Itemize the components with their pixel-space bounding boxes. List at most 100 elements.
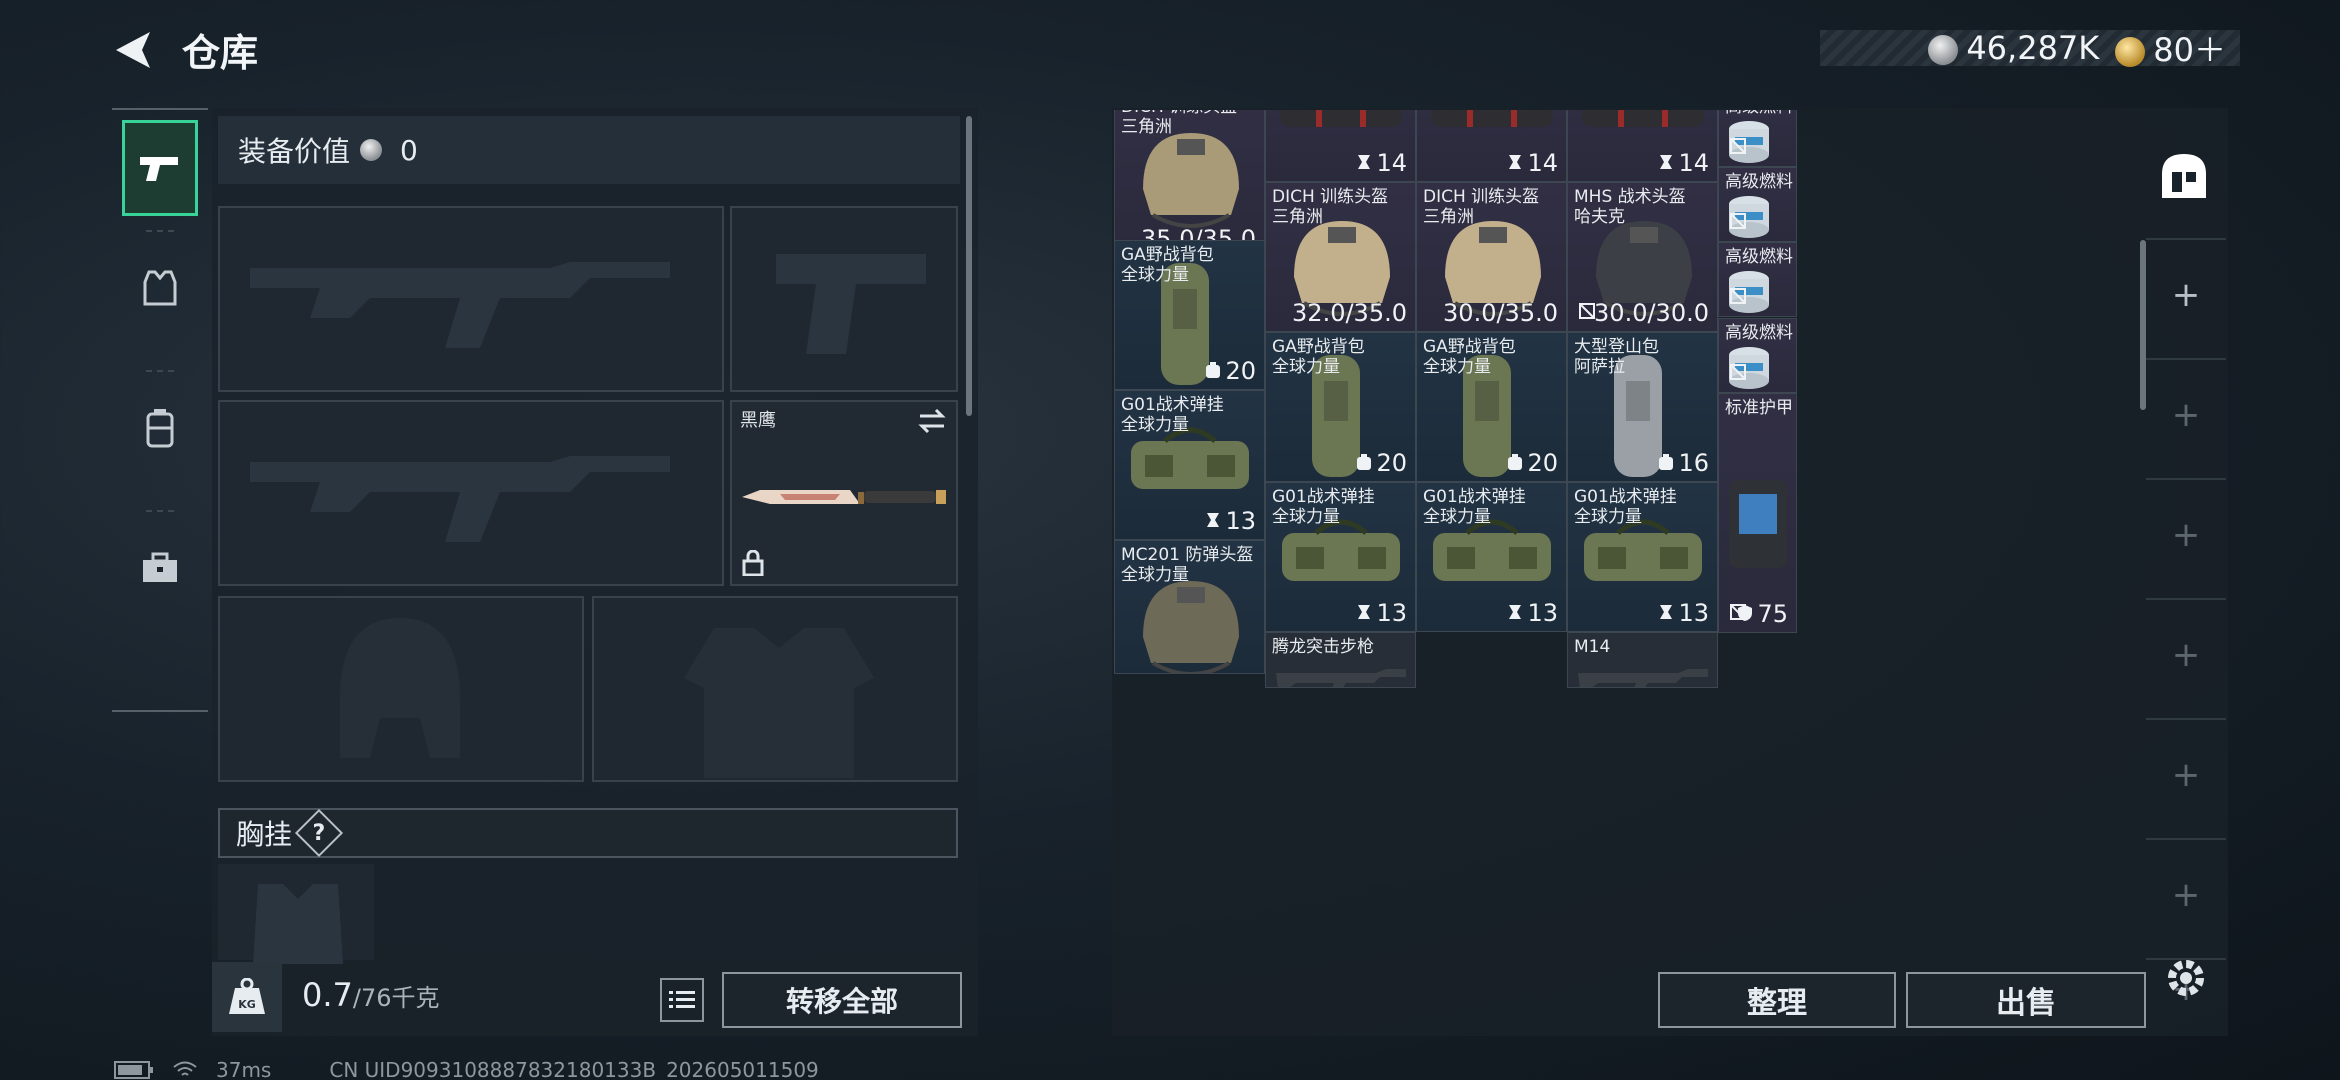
no-transfer-icon — [1578, 301, 1596, 325]
storage-item[interactable]: G01战术弹挂 全球力量 13 — [1416, 482, 1567, 632]
gold-currency[interactable]: 80＋ — [2115, 25, 2226, 71]
tab-backpack[interactable] — [122, 380, 198, 476]
secondary-weapon-slot[interactable] — [730, 206, 958, 392]
storage-item[interactable]: 高级燃料 — [1718, 318, 1797, 393]
storage-item[interactable]: 高级燃料 — [1718, 167, 1797, 242]
bag-item-icon — [1578, 110, 1708, 137]
storage-page-add-button[interactable]: + — [2146, 358, 2226, 470]
storage-item[interactable]: 高级燃料 — [1718, 110, 1797, 167]
storage-page-column: + + + + + + + — [2146, 118, 2226, 1009]
duffel-item-icon — [1578, 517, 1708, 591]
item-stat: 20 — [1507, 449, 1558, 477]
item-name: 腾龙突击步枪 — [1272, 637, 1374, 657]
rifle-silhouette-icon — [250, 456, 670, 542]
battery-icon — [114, 1061, 153, 1079]
weight-icon — [1507, 149, 1523, 177]
no-transfer-icon — [1729, 362, 1747, 386]
storage-item[interactable]: DICH 训练头盔 三角洲 32.0/35.0 — [1265, 182, 1416, 332]
armor-slot[interactable] — [592, 596, 958, 782]
storage-item[interactable]: 高级燃料 — [1718, 242, 1797, 317]
storage-page-add-button[interactable]: + — [2146, 598, 2226, 710]
chest-rig-label: 胸挂 — [236, 818, 293, 851]
storage-page-add-button[interactable]: + — [2146, 718, 2226, 830]
weight-icon — [1356, 149, 1372, 177]
storage-item[interactable]: DICH 训练头盔 三角洲 30.0/35.0 — [1416, 182, 1567, 332]
storage-item[interactable]: G01战术弹挂 全球力量 13 — [1265, 482, 1416, 632]
storage-item[interactable]: GA野战背包 全球力量 20 — [1265, 332, 1416, 482]
storage-item[interactable]: MC201 防弹头盔 全球力量 — [1114, 540, 1265, 674]
item-name: 高级燃料 — [1725, 323, 1793, 343]
item-name: GA野战背包 全球力量 — [1423, 337, 1516, 377]
vest-icon — [143, 270, 177, 306]
gear-icon[interactable] — [2162, 954, 2210, 1002]
transfer-all-button[interactable]: 转移全部 — [722, 972, 962, 1028]
storage-item[interactable]: 标准护甲 75 — [1718, 393, 1797, 633]
pistol-silhouette-icon — [776, 254, 926, 354]
storage-item[interactable]: M14 — [1567, 632, 1718, 688]
item-stat: 13 — [1356, 599, 1407, 627]
tab-weapons[interactable] — [122, 120, 198, 216]
back-arrow-icon[interactable] — [110, 28, 156, 72]
item-name: G01战术弹挂 全球力量 — [1121, 395, 1224, 435]
storage-item[interactable]: GA野战背包 全球力量 20 — [1416, 332, 1567, 482]
backpack-small-icon — [1658, 449, 1674, 477]
no-transfer-icon — [1729, 286, 1747, 310]
no-transfer-icon — [1729, 602, 1747, 626]
storage-page-add-button[interactable]: + — [2146, 478, 2226, 590]
tab-case[interactable] — [122, 520, 198, 616]
primary-weapon-slot-2[interactable] — [218, 400, 724, 586]
storage-item[interactable]: G01战术弹挂 全球力量 13 — [1567, 482, 1718, 632]
status-bar: 37ms CN UID9093108887832180133B_20260501… — [114, 1058, 819, 1080]
svg-text:KG: KG — [238, 998, 256, 1011]
storage-home-icon[interactable] — [2156, 148, 2212, 204]
storage-item[interactable]: 14 — [1567, 110, 1718, 182]
storage-item[interactable]: GA野战背包 全球力量 20 — [1114, 240, 1265, 390]
weight-kg-icon: KG — [229, 978, 265, 1014]
primary-weapon-slot[interactable] — [218, 206, 724, 392]
item-name: 高级燃料 — [1725, 110, 1793, 117]
equipment-value: 0 — [400, 133, 418, 167]
help-icon[interactable]: ? — [294, 808, 344, 858]
item-name: DICH 训练头盔三角洲 — [1423, 187, 1540, 227]
sort-button[interactable]: 整理 — [1658, 972, 1896, 1028]
storage-item[interactable]: 腾龙突击步枪 — [1265, 632, 1416, 688]
item-stat: 13 — [1507, 599, 1558, 627]
silver-currency: 46,287K — [1928, 29, 2099, 67]
storage-item[interactable]: G01战术弹挂 全球力量 13 — [1114, 390, 1265, 540]
chest-rig-header: 胸挂 ? — [218, 808, 958, 858]
bag-item-icon — [1427, 110, 1557, 137]
weight-button[interactable]: KG — [212, 962, 282, 1032]
helmet-slot[interactable] — [218, 596, 584, 782]
storage-page-add-button[interactable]: + — [2146, 238, 2226, 350]
item-name: GA野战背包 全球力量 — [1121, 245, 1214, 285]
item-name: DICH 训练头盔三角洲 — [1272, 187, 1389, 227]
item-name: M14 — [1574, 637, 1611, 657]
storage-item[interactable]: 14 — [1416, 110, 1567, 182]
item-name: GA野战背包 全球力量 — [1272, 337, 1365, 377]
loadout-scrollbar[interactable] — [966, 116, 972, 416]
storage-page-add-button[interactable]: + — [2146, 838, 2226, 950]
sell-button[interactable]: 出售 — [1906, 972, 2146, 1028]
item-stat: 13 — [1658, 599, 1709, 627]
storage-item[interactable]: DICH 训练头盔三角洲35.0/35.0 — [1114, 110, 1265, 258]
item-stat: 30.0/30.0 — [1594, 299, 1709, 327]
weight-icon — [1356, 599, 1372, 627]
list-view-button[interactable] — [660, 978, 704, 1022]
chest-rig-slot[interactable] — [218, 864, 374, 964]
item-name: G01战术弹挂 全球力量 — [1272, 487, 1375, 527]
tab-gear[interactable] — [122, 240, 198, 336]
item-stat: 32.0/35.0 — [1292, 299, 1407, 327]
item-stat: 20 — [1205, 357, 1256, 385]
melee-slot[interactable]: 黑鹰 — [730, 400, 958, 586]
rifle-item-icon — [1276, 663, 1406, 687]
duffel-item-icon — [1427, 517, 1557, 591]
storage-item[interactable]: 14 — [1265, 110, 1416, 182]
pistol-icon — [140, 157, 178, 181]
uid-text: CN UID9093108887832180133B_202605011509 — [329, 1058, 819, 1080]
armor-silhouette-icon — [684, 628, 874, 778]
storage-item[interactable]: MHS 战术头盔 哈夫克 30.0/30.0 — [1567, 182, 1718, 332]
knife-icon — [742, 490, 946, 504]
swap-icon[interactable] — [916, 408, 948, 434]
list-icon — [669, 991, 695, 1008]
storage-item[interactable]: 大型登山包 阿萨拉 16 — [1567, 332, 1718, 482]
